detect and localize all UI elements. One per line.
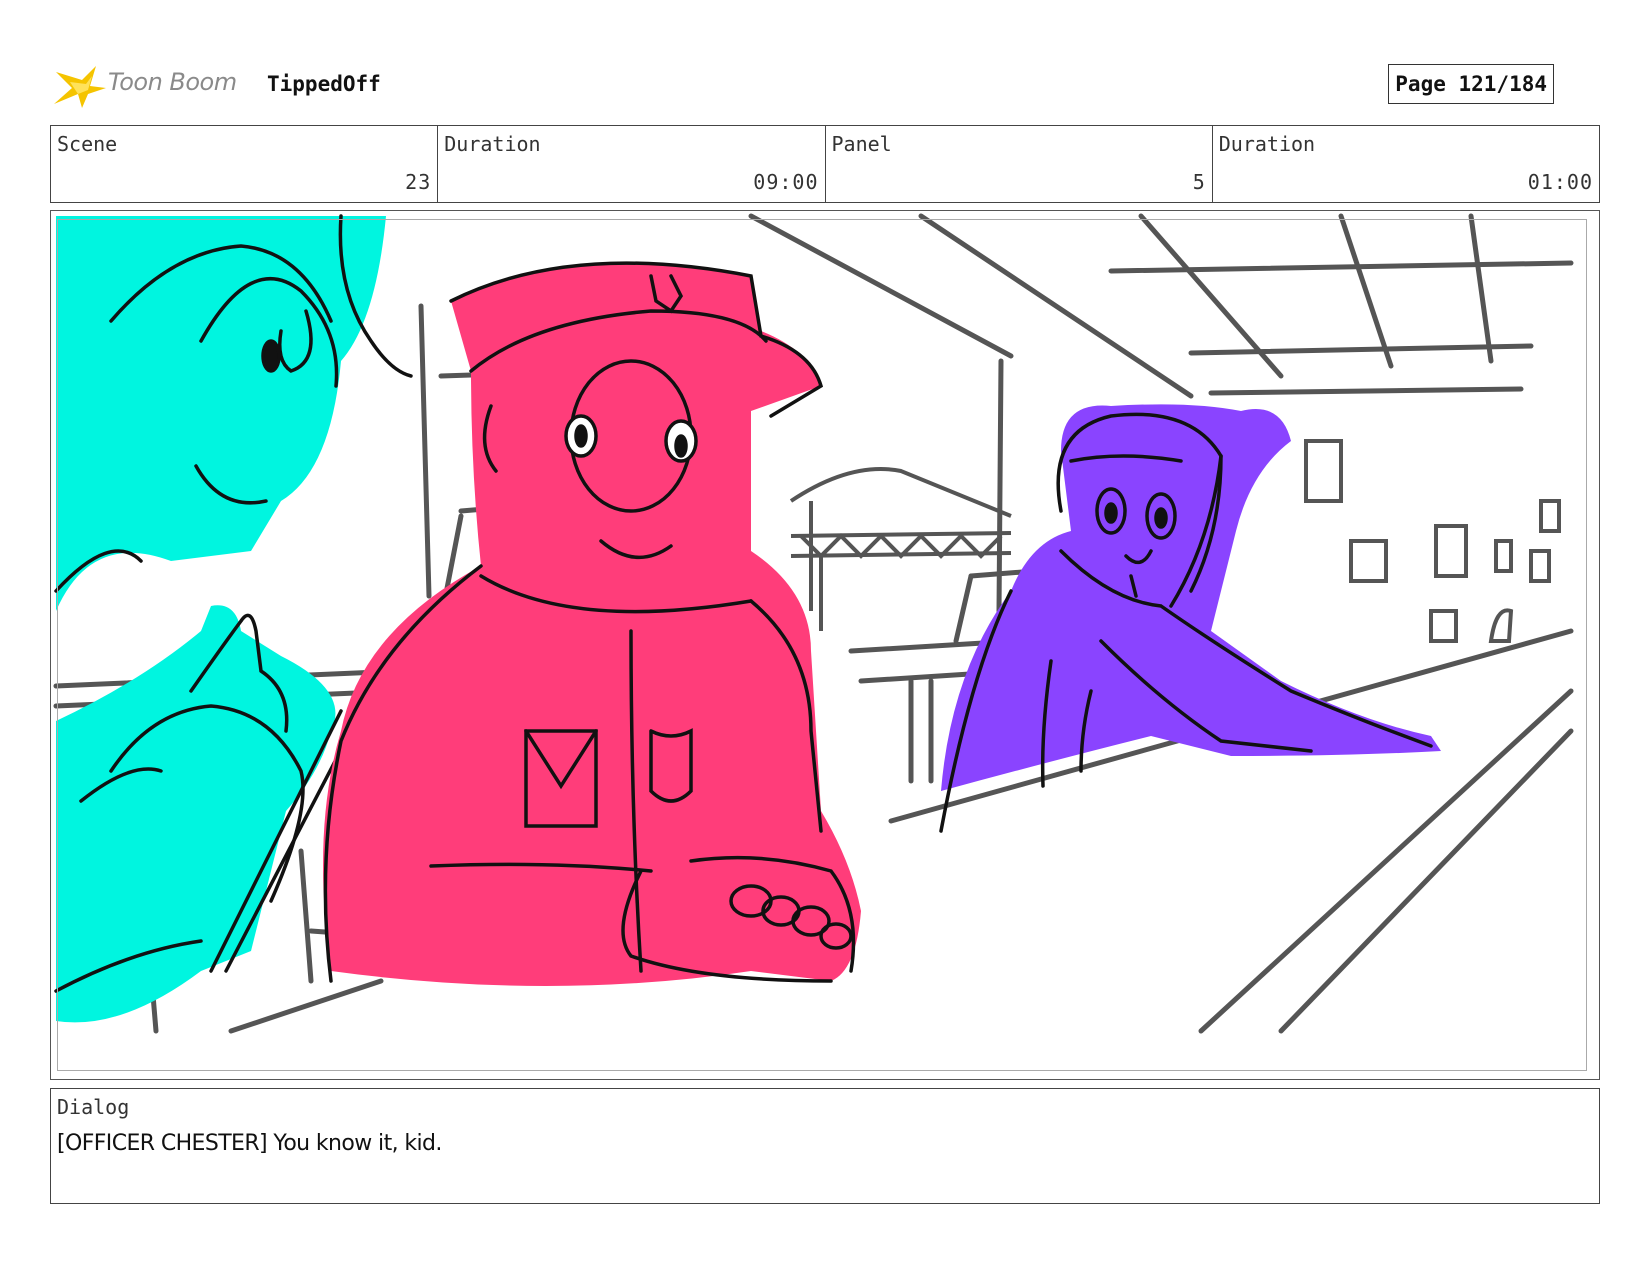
scene-label: Scene	[57, 132, 118, 156]
panel-cell: Panel 5	[826, 126, 1213, 202]
wall-notes	[1304, 439, 1561, 643]
panel-duration-cell: Duration 01:00	[1213, 126, 1599, 202]
dialog-text: [OFFICER CHESTER] You know it, kid.	[57, 1131, 442, 1156]
panel-label: Panel	[831, 132, 892, 156]
ceiling-truss	[789, 467, 1012, 631]
scene-duration-cell: Duration 09:00	[438, 126, 826, 202]
project-title: TippedOff	[267, 72, 381, 96]
panel-duration-value: 01:00	[1527, 170, 1593, 194]
storyboard-panel	[50, 210, 1600, 1080]
dialog-label: Dialog	[57, 1095, 130, 1119]
purple-character	[939, 404, 1441, 833]
scene-value: 23	[405, 170, 432, 194]
scene-duration-value: 09:00	[753, 170, 819, 194]
panel-duration-label: Duration	[1218, 132, 1316, 156]
toon-boom-logo: Toon Boom	[52, 58, 252, 108]
page-header: Toon Boom TippedOff Page 121/184	[52, 58, 1602, 108]
panel-drawing	[53, 213, 1574, 1034]
logo-text: Toon Boom	[108, 68, 237, 96]
page-number: Page 121/184	[1388, 64, 1554, 104]
logo-star-icon	[54, 66, 106, 108]
scene-duration-label: Duration	[444, 132, 541, 156]
panel-value: 5	[1192, 170, 1206, 194]
scene-info-table: Scene 23 Duration 09:00 Panel 5 Duration…	[50, 125, 1600, 203]
scene-cell: Scene 23	[51, 126, 439, 202]
dialog-box: Dialog [OFFICER CHESTER] You know it, ki…	[50, 1088, 1600, 1204]
